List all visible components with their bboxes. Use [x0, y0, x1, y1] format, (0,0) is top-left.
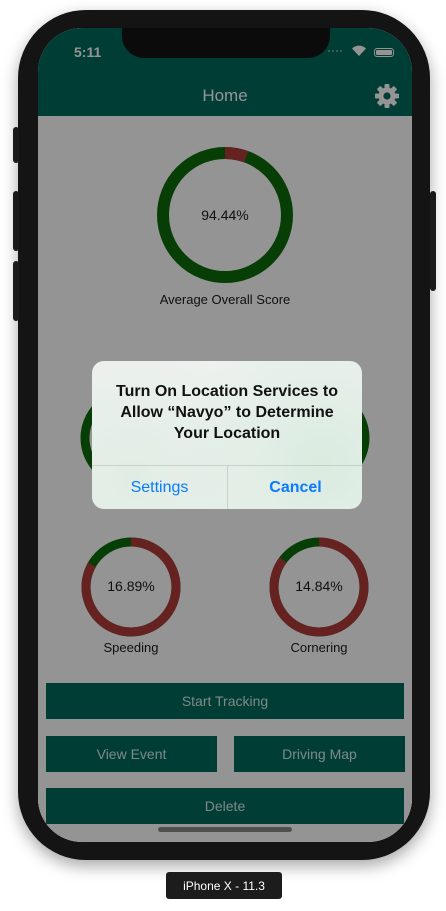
- side-button-mute: [13, 127, 19, 163]
- alert-settings-button[interactable]: Settings: [92, 466, 227, 509]
- simulator-device-label: iPhone X - 11.3: [166, 872, 282, 899]
- side-button-power: [430, 191, 436, 291]
- side-button-volume-down: [13, 261, 19, 321]
- side-button-volume-up: [13, 191, 19, 251]
- location-alert-dialog: Turn On Location Services to Allow “Navy…: [92, 361, 362, 509]
- screen: 5:11 Home 94.44% Average Overall Score 1…: [38, 28, 412, 842]
- alert-cancel-button[interactable]: Cancel: [228, 466, 362, 509]
- alert-title: Turn On Location Services to Allow “Navy…: [116, 383, 338, 442]
